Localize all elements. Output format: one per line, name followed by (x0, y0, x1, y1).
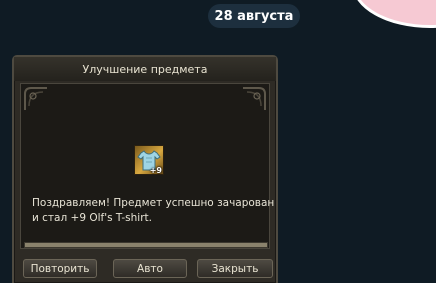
auto-button-label: Авто (137, 262, 163, 275)
progress-fill (25, 243, 267, 247)
result-message: Поздравляем! Предмет успешно зачарован и… (32, 196, 277, 226)
sticker-edge (352, 0, 436, 28)
dialog-title: Улучшение предмета (82, 62, 208, 76)
dialog-title-bar[interactable]: Улучшение предмета (14, 57, 276, 81)
message-line: Поздравляем! Предмет успешно зачарован (32, 197, 275, 209)
repeat-button-label: Повторить (30, 262, 90, 275)
auto-button[interactable]: Авто (113, 259, 187, 278)
progress-bar (24, 242, 268, 248)
tshirt-icon[interactable]: +9 (134, 145, 164, 175)
enchant-level-badge: +9 (149, 166, 162, 175)
close-button[interactable]: Закрыть (197, 259, 273, 278)
date-label: 28 августа (214, 8, 294, 24)
repeat-button[interactable]: Повторить (23, 259, 97, 278)
corner-ornament-icon (23, 86, 49, 112)
close-button-label: Закрыть (211, 262, 259, 275)
date-chip: 28 августа (208, 4, 300, 28)
corner-ornament-icon (241, 86, 267, 112)
screen: 28 августа Улучшение предмета +9 Поздрав… (0, 0, 436, 283)
enchant-dialog: Улучшение предмета +9 Поздравляем! Предм… (12, 55, 278, 283)
message-line: и стал +9 Olf's T-shirt. (32, 212, 152, 224)
